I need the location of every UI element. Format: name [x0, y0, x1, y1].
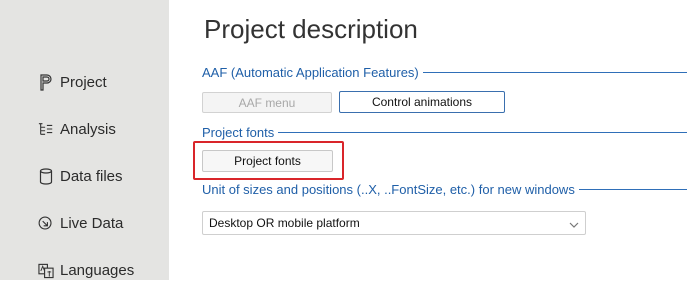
- analysis-tree-icon: [38, 120, 54, 138]
- database-icon: [38, 167, 54, 185]
- section-label: AAF (Automatic Application Features): [202, 64, 419, 80]
- sidebar-item-label: Languages: [60, 261, 135, 279]
- sidebar: Project Analysis Data files Live Data La…: [0, 0, 169, 280]
- section-project-fonts: Project fonts: [202, 123, 687, 141]
- units-platform-select[interactable]: Desktop OR mobile platform: [202, 211, 586, 235]
- project-p-icon: [38, 73, 54, 91]
- chevron-down-icon: [569, 218, 579, 232]
- sidebar-item-label: Analysis: [60, 120, 116, 138]
- page-title: Project description: [204, 14, 418, 44]
- section-divider: [578, 189, 687, 190]
- section-units: Unit of sizes and positions (..X, ..Font…: [202, 180, 687, 198]
- control-animations-button[interactable]: Control animations: [339, 91, 505, 113]
- sidebar-item-data-files[interactable]: Data files: [38, 164, 123, 188]
- sidebar-item-live-data[interactable]: Live Data: [38, 211, 123, 235]
- section-divider: [278, 132, 687, 133]
- sidebar-item-analysis[interactable]: Analysis: [38, 117, 116, 141]
- section-aaf: AAF (Automatic Application Features): [202, 63, 687, 81]
- section-label: Unit of sizes and positions (..X, ..Font…: [202, 181, 575, 197]
- sidebar-item-project[interactable]: Project: [38, 70, 107, 94]
- sidebar-item-label: Live Data: [60, 214, 124, 232]
- languages-icon: [38, 261, 54, 279]
- section-label: Project fonts: [202, 124, 275, 140]
- section-divider: [422, 72, 687, 73]
- aaf-menu-button[interactable]: AAF menu: [202, 92, 332, 113]
- sidebar-item-languages[interactable]: Languages: [38, 258, 134, 282]
- sidebar-item-label: Project: [60, 73, 107, 91]
- project-fonts-button[interactable]: Project fonts: [202, 150, 333, 172]
- select-value: Desktop OR mobile platform: [209, 216, 360, 230]
- sidebar-item-label: Data files: [60, 167, 123, 185]
- live-data-icon: [38, 214, 54, 232]
- main-panel: Project description AAF (Automatic Appli…: [169, 0, 687, 280]
